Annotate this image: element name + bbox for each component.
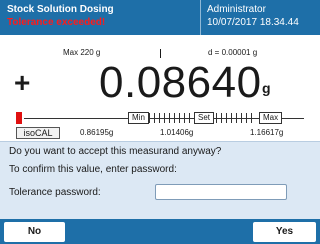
weight-indicator: [16, 112, 22, 124]
header-right: Administrator 10/07/2017 18.34.44: [200, 0, 320, 35]
confirm-dialog: Do you want to accept this measurand any…: [0, 141, 320, 219]
password-field[interactable]: [155, 184, 287, 200]
header-bar: Stock Solution Dosing Tolerance exceeded…: [0, 0, 320, 35]
password-label: Tolerance password:: [9, 187, 101, 198]
info-divider: [160, 49, 161, 58]
weight-display: + 0.08640 g: [0, 60, 320, 110]
no-button[interactable]: No: [4, 222, 65, 242]
min-value: 0.86195g: [80, 128, 114, 137]
dialog-instruction: To confirm this value, enter password:: [9, 164, 177, 175]
app-title: Stock Solution Dosing: [7, 4, 114, 15]
max-value: 1.16617g: [250, 128, 284, 137]
dialog-question: Do you want to accept this measurand any…: [9, 146, 222, 157]
user-name: Administrator: [207, 4, 266, 15]
set-value: 1.01406g: [160, 128, 194, 137]
tolerance-bar: Min Set Max isoCAL 0.86195g 1.01406g 1.1…: [16, 111, 304, 139]
tolerance-alert: Tolerance exceeded!: [7, 17, 106, 28]
datetime: 10/07/2017 18.34.44: [207, 17, 299, 28]
weight-value: 0.08640: [99, 58, 262, 107]
footer-bar: No Yes: [0, 219, 320, 244]
weight-unit: g: [262, 80, 271, 96]
max-capacity: Max 220 g: [63, 48, 101, 57]
yes-button[interactable]: Yes: [253, 222, 316, 242]
weight-sign: +: [14, 67, 31, 98]
isocal-button[interactable]: isoCAL: [16, 127, 60, 139]
set-tag: Set: [194, 112, 215, 124]
max-tag: Max: [259, 112, 283, 124]
header-left: Stock Solution Dosing Tolerance exceeded…: [0, 0, 200, 35]
min-tag: Min: [128, 112, 149, 124]
readability: d = 0.00001 g: [208, 48, 258, 57]
